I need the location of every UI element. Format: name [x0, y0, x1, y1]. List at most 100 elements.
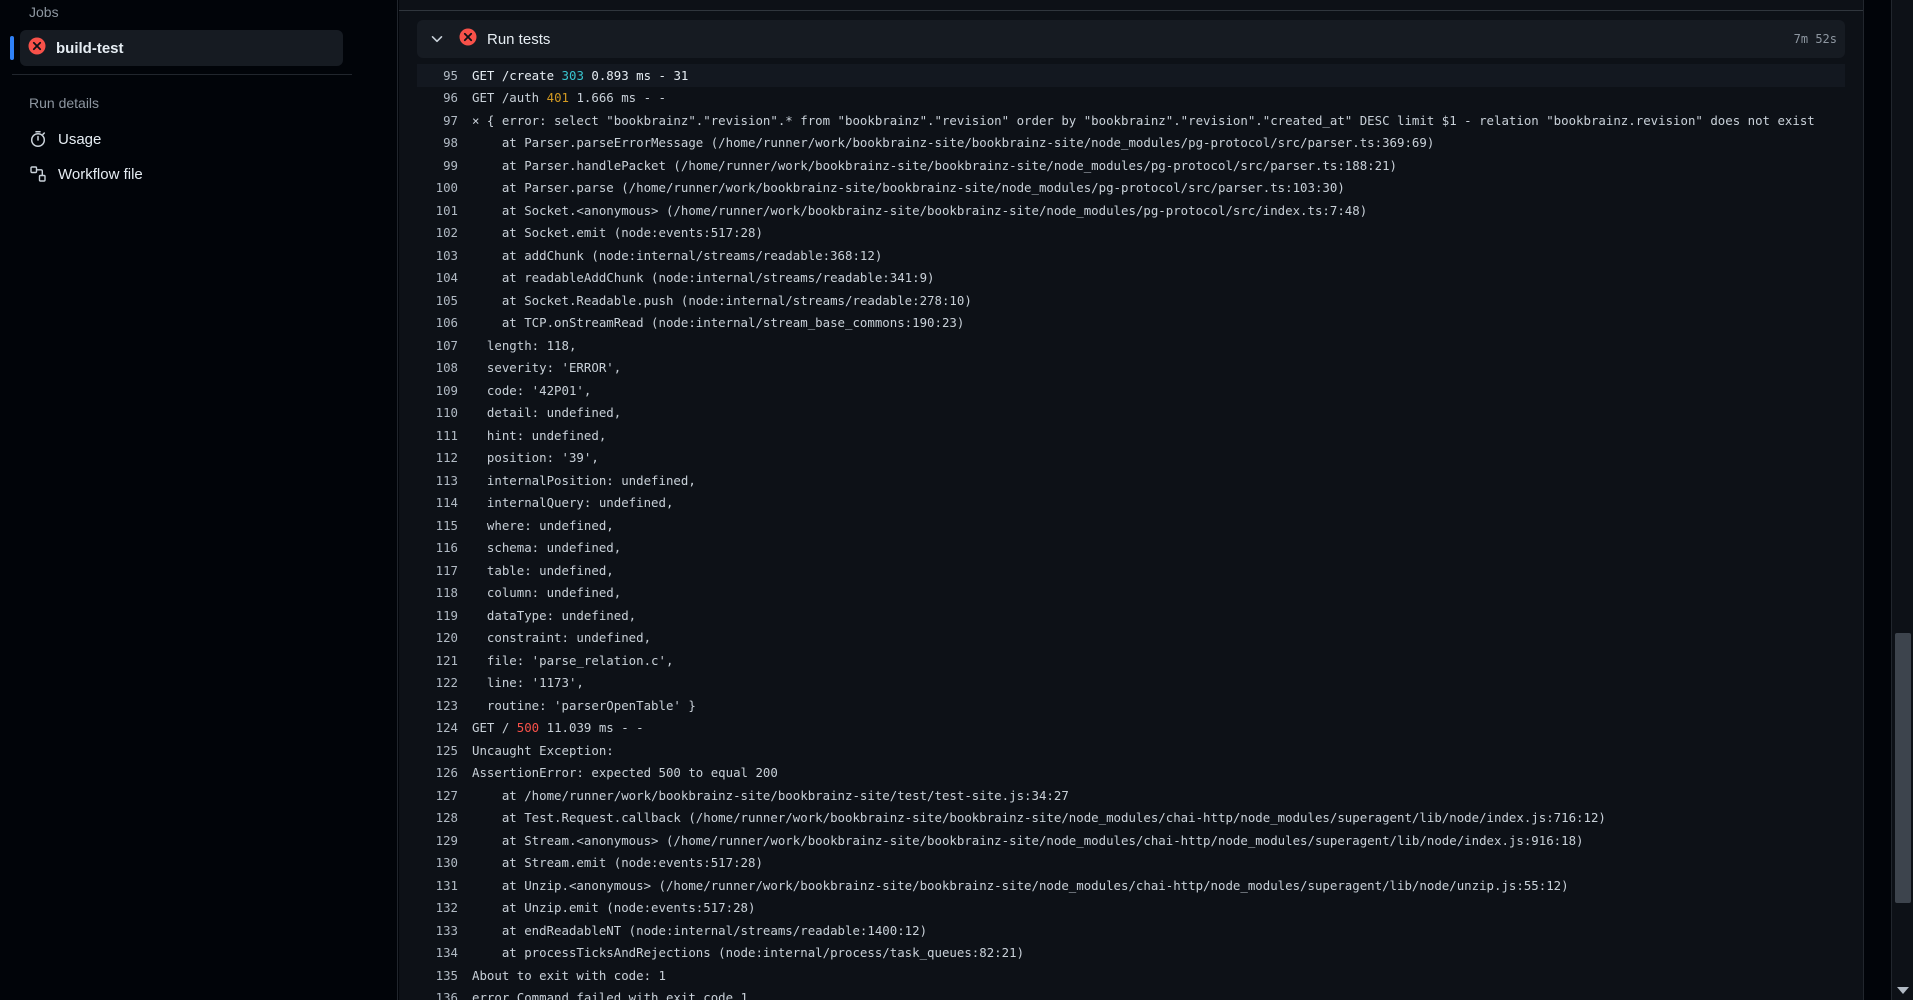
log-line[interactable]: 114 internalQuery: undefined, — [417, 492, 1845, 515]
sidebar-item-usage[interactable]: Usage — [28, 122, 348, 156]
log-line-number[interactable]: 117 — [417, 563, 472, 578]
log-segment: dataType: undefined, — [472, 607, 637, 623]
scroll-down-arrow-icon[interactable] — [1897, 987, 1909, 994]
log-line-number[interactable]: 103 — [417, 248, 472, 263]
log-line-text: at Unzip.emit (node:events:517:28) — [472, 900, 756, 915]
log-line[interactable]: 135 About to exit with code: 1 — [417, 964, 1845, 987]
log-line[interactable]: 123 routine: 'parserOpenTable' } — [417, 694, 1845, 717]
log-line-number[interactable]: 106 — [417, 315, 472, 330]
log-line-number[interactable]: 133 — [417, 923, 472, 938]
log-line-number[interactable]: 136 — [417, 990, 472, 1000]
log-line-number[interactable]: 125 — [417, 743, 472, 758]
log-line-number[interactable]: 113 — [417, 473, 472, 488]
log-line-number[interactable]: 111 — [417, 428, 472, 443]
log-line[interactable]: 133 at endReadableNT (node:internal/stre… — [417, 919, 1845, 942]
log-line-number[interactable]: 108 — [417, 360, 472, 375]
log-line[interactable]: 134 at processTicksAndRejections (node:i… — [417, 942, 1845, 965]
log-line[interactable]: 112 position: '39', — [417, 447, 1845, 470]
log-line-number[interactable]: 97 — [417, 113, 472, 128]
log-line-number[interactable]: 114 — [417, 495, 472, 510]
log-line[interactable]: 98 at Parser.parseErrorMessage (/home/ru… — [417, 132, 1845, 155]
log-segment: at Unzip.<anonymous> (/home/runner/work/… — [472, 877, 1569, 893]
log-line[interactable]: 117 table: undefined, — [417, 559, 1845, 582]
log-line-text: at TCP.onStreamRead (node:internal/strea… — [472, 315, 965, 330]
log-line-number[interactable]: 116 — [417, 540, 472, 555]
log-line-number[interactable]: 110 — [417, 405, 472, 420]
log-line[interactable]: 127 at /home/runner/work/bookbrainz-site… — [417, 784, 1845, 807]
log-line-number[interactable]: 130 — [417, 855, 472, 870]
log-line-number[interactable]: 102 — [417, 225, 472, 240]
log-line[interactable]: 107 length: 118, — [417, 334, 1845, 357]
log-line-number[interactable]: 101 — [417, 203, 472, 218]
log-line-number[interactable]: 127 — [417, 788, 472, 803]
log-line[interactable]: 104 at readableAddChunk (node:internal/s… — [417, 267, 1845, 290]
log-line-number[interactable]: 132 — [417, 900, 472, 915]
log-line[interactable]: 136 error Command failed with exit code 1… — [417, 987, 1845, 1000]
scrollbar-thumb[interactable] — [1895, 633, 1911, 903]
log-line-number[interactable]: 100 — [417, 180, 472, 195]
log-line[interactable]: 109 code: '42P01', — [417, 379, 1845, 402]
log-line-number[interactable]: 131 — [417, 878, 472, 893]
log-line[interactable]: 121 file: 'parse_relation.c', — [417, 649, 1845, 672]
log-line[interactable]: 125 Uncaught Exception: — [417, 739, 1845, 762]
log-line-number[interactable]: 123 — [417, 698, 472, 713]
log-line[interactable]: 116 schema: undefined, — [417, 537, 1845, 560]
step-header-run-tests[interactable]: Run tests 7m 52s — [417, 20, 1845, 58]
log-line[interactable]: 102 at Socket.emit (node:events:517:28) — [417, 222, 1845, 245]
log-line-number[interactable]: 109 — [417, 383, 472, 398]
log-line[interactable]: 108 severity: 'ERROR', — [417, 357, 1845, 380]
log-line-number[interactable]: 122 — [417, 675, 472, 690]
log-line[interactable]: 99 at Parser.handlePacket (/home/runner/… — [417, 154, 1845, 177]
log-line-number[interactable]: 119 — [417, 608, 472, 623]
log-line[interactable]: 105 at Socket.Readable.push (node:intern… — [417, 289, 1845, 312]
log-line-number[interactable]: 129 — [417, 833, 472, 848]
log-line-text: at Stream.emit (node:events:517:28) — [472, 855, 763, 870]
log-line-number[interactable]: 107 — [417, 338, 472, 353]
log-line[interactable]: 97 × { error: select "bookbrainz"."revisi… — [417, 109, 1845, 132]
log-line-number[interactable]: 104 — [417, 270, 472, 285]
log-line-number[interactable]: 126 — [417, 765, 472, 780]
log-line[interactable]: 124 GET / 500 11.039 ms - - — [417, 717, 1845, 740]
log-line-number[interactable]: 95 — [417, 68, 472, 83]
log-line[interactable]: 130 at Stream.emit (node:events:517:28) — [417, 852, 1845, 875]
log-line-number[interactable]: 115 — [417, 518, 472, 533]
log-line[interactable]: 96 GET /auth 401 1.666 ms - - — [417, 87, 1845, 110]
log-line[interactable]: 120 constraint: undefined, — [417, 627, 1845, 650]
log-line-text: at Test.Request.callback (/home/runner/w… — [472, 810, 1606, 825]
log-line-number[interactable]: 128 — [417, 810, 472, 825]
log-line[interactable]: 131 at Unzip.<anonymous> (/home/runner/w… — [417, 874, 1845, 897]
log-line-number[interactable]: 112 — [417, 450, 472, 465]
sidebar-item-workflow-file[interactable]: Workflow file — [28, 157, 348, 191]
log-line[interactable]: 106 at TCP.onStreamRead (node:internal/s… — [417, 312, 1845, 335]
log-line-number[interactable]: 105 — [417, 293, 472, 308]
log-line-number[interactable]: 134 — [417, 945, 472, 960]
log-line[interactable]: 126 AssertionError: expected 500 to equal… — [417, 762, 1845, 785]
log-line[interactable]: 113 internalPosition: undefined, — [417, 469, 1845, 492]
log-line-number[interactable]: 135 — [417, 968, 472, 983]
log-line[interactable]: 118 column: undefined, — [417, 582, 1845, 605]
log-line[interactable]: 95 GET /create 303 0.893 ms - 31 — [417, 64, 1845, 87]
log-line[interactable]: 119 dataType: undefined, — [417, 604, 1845, 627]
log-line-number[interactable]: 98 — [417, 135, 472, 150]
sidebar-item-build-test[interactable]: build-test — [10, 30, 343, 66]
log-line-number[interactable]: 120 — [417, 630, 472, 645]
log-line-number[interactable]: 96 — [417, 90, 472, 105]
log-line[interactable]: 110 detail: undefined, — [417, 402, 1845, 425]
log-line[interactable]: 122 line: '1173', — [417, 672, 1845, 695]
log-line[interactable]: 100 at Parser.parse (/home/runner/work/b… — [417, 177, 1845, 200]
failure-icon — [459, 28, 477, 51]
log-line[interactable]: 129 at Stream.<anonymous> (/home/runner/… — [417, 829, 1845, 852]
log-line-number[interactable]: 121 — [417, 653, 472, 668]
log-line[interactable]: 101 at Socket.<anonymous> (/home/runner/… — [417, 199, 1845, 222]
chevron-down-icon[interactable] — [427, 29, 447, 49]
log-line[interactable]: 103 at addChunk (node:internal/streams/r… — [417, 244, 1845, 267]
log-line[interactable]: 128 at Test.Request.callback (/home/runn… — [417, 807, 1845, 830]
log-line-number[interactable]: 124 — [417, 720, 472, 735]
scrollbar[interactable] — [1891, 0, 1913, 1000]
log-line-text: line: '1173', — [472, 675, 584, 690]
log-line-number[interactable]: 99 — [417, 158, 472, 173]
log-line[interactable]: 132 at Unzip.emit (node:events:517:28) — [417, 897, 1845, 920]
log-line-number[interactable]: 118 — [417, 585, 472, 600]
log-line[interactable]: 115 where: undefined, — [417, 514, 1845, 537]
log-line[interactable]: 111 hint: undefined, — [417, 424, 1845, 447]
